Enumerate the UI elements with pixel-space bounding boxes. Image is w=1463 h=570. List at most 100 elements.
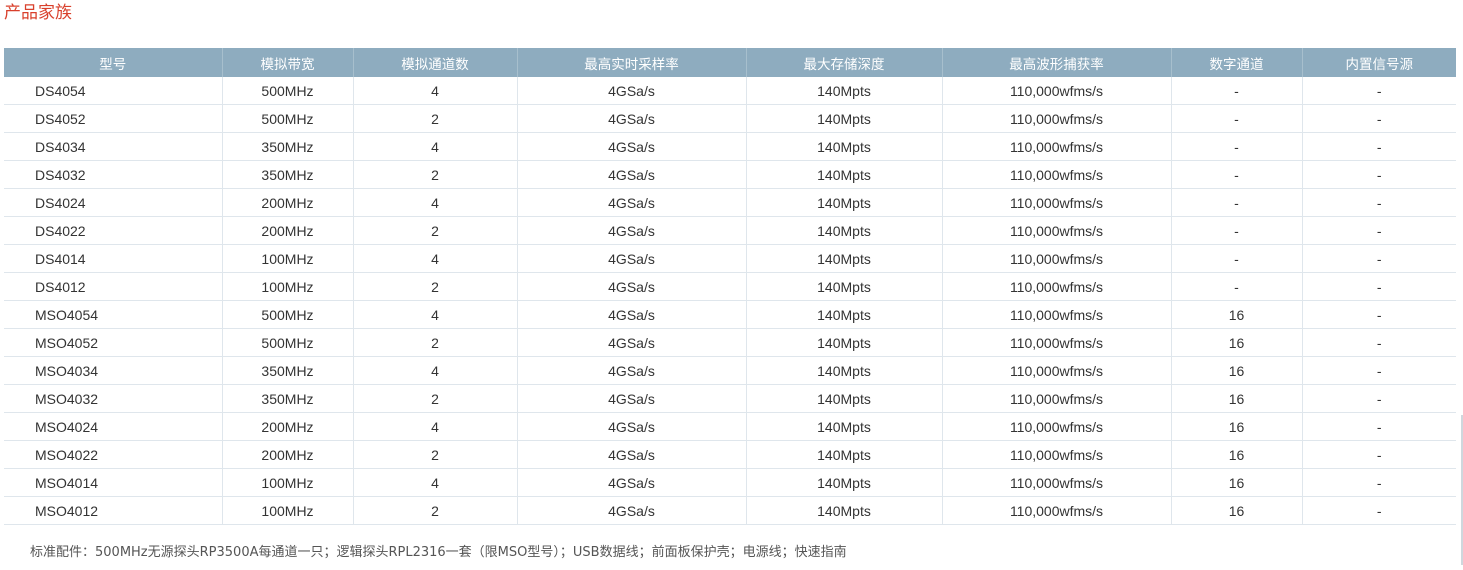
cell-max-waveform-capture-rate: 110,000wfms/s	[942, 496, 1172, 525]
cell-built-in-signal-source: -	[1302, 440, 1456, 469]
cell-max-waveform-capture-rate: 110,000wfms/s	[942, 384, 1172, 413]
cell-digital-channels: -	[1171, 216, 1303, 245]
cell-analog-bandwidth: 200MHz	[222, 188, 354, 217]
cell-max-waveform-capture-rate: 110,000wfms/s	[942, 132, 1172, 161]
cell-analog-channels: 4	[353, 188, 518, 217]
cell-max-sample-rate: 4GSa/s	[517, 468, 747, 497]
cell-analog-channels: 2	[353, 496, 518, 525]
cell-built-in-signal-source: -	[1302, 412, 1456, 441]
cell-model: DS4054	[4, 77, 223, 105]
cell-max-sample-rate: 4GSa/s	[517, 188, 747, 217]
cell-built-in-signal-source: -	[1302, 244, 1456, 273]
table-row: MSO4054 500MHz 4 4GSa/s 140Mpts 110,000wfms/s…	[4, 300, 1456, 329]
table-row: MSO4052 500MHz 2 4GSa/s 140Mpts 110,000wfms/s…	[4, 328, 1456, 357]
cell-digital-channels: 16	[1171, 356, 1303, 385]
cell-max-memory-depth: 140Mpts	[746, 216, 943, 245]
cell-digital-channels: -	[1171, 132, 1303, 161]
cell-max-waveform-capture-rate: 110,000wfms/s	[942, 77, 1172, 105]
cell-digital-channels: -	[1171, 77, 1303, 105]
cell-max-sample-rate: 4GSa/s	[517, 244, 747, 273]
cell-analog-channels: 4	[353, 356, 518, 385]
cell-max-sample-rate: 4GSa/s	[517, 104, 747, 133]
cell-built-in-signal-source: -	[1302, 216, 1456, 245]
cell-digital-channels: 16	[1171, 300, 1303, 329]
column-header-max-memory-depth: 最大存储深度	[746, 48, 943, 77]
cell-analog-bandwidth: 500MHz	[222, 300, 354, 329]
cell-model: MSO4032	[4, 384, 223, 413]
cell-model: DS4052	[4, 104, 223, 133]
cell-model: MSO4034	[4, 356, 223, 385]
cell-max-sample-rate: 4GSa/s	[517, 300, 747, 329]
table-header: 型号 模拟带宽 模拟通道数 最高实时采样率 最大存储深度 最高波形捕获率 数字通…	[4, 48, 1456, 77]
column-header-analog-channels: 模拟通道数	[353, 48, 518, 77]
column-header-model: 型号	[4, 48, 223, 77]
cell-built-in-signal-source: -	[1302, 356, 1456, 385]
cell-digital-channels: -	[1171, 188, 1303, 217]
cell-max-sample-rate: 4GSa/s	[517, 132, 747, 161]
cell-analog-bandwidth: 350MHz	[222, 132, 354, 161]
cell-built-in-signal-source: -	[1302, 272, 1456, 301]
cell-max-sample-rate: 4GSa/s	[517, 356, 747, 385]
cell-model: DS4032	[4, 160, 223, 189]
table-row: DS4032 350MHz 2 4GSa/s 140Mpts 110,000wfms/s -…	[4, 160, 1456, 189]
cell-max-waveform-capture-rate: 110,000wfms/s	[942, 356, 1172, 385]
product-spec-table: 型号 模拟带宽 模拟通道数 最高实时采样率 最大存储深度 最高波形捕获率 数字通…	[4, 48, 1456, 525]
cell-max-sample-rate: 4GSa/s	[517, 272, 747, 301]
cell-analog-channels: 2	[353, 440, 518, 469]
cell-max-sample-rate: 4GSa/s	[517, 440, 747, 469]
cell-analog-bandwidth: 100MHz	[222, 468, 354, 497]
cell-max-waveform-capture-rate: 110,000wfms/s	[942, 328, 1172, 357]
cell-digital-channels: 16	[1171, 468, 1303, 497]
cell-built-in-signal-source: -	[1302, 468, 1456, 497]
cell-max-sample-rate: 4GSa/s	[517, 384, 747, 413]
cell-built-in-signal-source: -	[1302, 496, 1456, 525]
cell-analog-channels: 2	[353, 272, 518, 301]
cell-max-waveform-capture-rate: 110,000wfms/s	[942, 160, 1172, 189]
cell-digital-channels: -	[1171, 104, 1303, 133]
table-row: DS4054 500MHz 4 4GSa/s 140Mpts 110,000wfms/s -…	[4, 77, 1456, 105]
cell-max-memory-depth: 140Mpts	[746, 132, 943, 161]
cell-max-memory-depth: 140Mpts	[746, 160, 943, 189]
cell-max-waveform-capture-rate: 110,000wfms/s	[942, 440, 1172, 469]
cell-analog-channels: 4	[353, 300, 518, 329]
cell-analog-bandwidth: 100MHz	[222, 272, 354, 301]
table-row: DS4014 100MHz 4 4GSa/s 140Mpts 110,000wfms/s -…	[4, 244, 1456, 273]
standard-accessories-note: 标准配件：500MHz无源探头RP3500A每通道一只；逻辑探头RPL2316一…	[30, 545, 847, 560]
cell-max-memory-depth: 140Mpts	[746, 77, 943, 105]
cell-model: MSO4012	[4, 496, 223, 525]
cell-model: DS4034	[4, 132, 223, 161]
cell-analog-channels: 4	[353, 244, 518, 273]
cell-max-waveform-capture-rate: 110,000wfms/s	[942, 216, 1172, 245]
cell-max-memory-depth: 140Mpts	[746, 468, 943, 497]
header-row: 型号 模拟带宽 模拟通道数 最高实时采样率 最大存储深度 最高波形捕获率 数字通…	[4, 48, 1456, 77]
table-row: MSO4034 350MHz 4 4GSa/s 140Mpts 110,000wfms/s…	[4, 356, 1456, 385]
cell-analog-bandwidth: 500MHz	[222, 328, 354, 357]
column-header-max-sample-rate: 最高实时采样率	[517, 48, 747, 77]
cell-max-memory-depth: 140Mpts	[746, 440, 943, 469]
cell-digital-channels: 16	[1171, 440, 1303, 469]
cell-analog-channels: 4	[353, 77, 518, 105]
cell-max-memory-depth: 140Mpts	[746, 104, 943, 133]
cell-analog-channels: 4	[353, 132, 518, 161]
cell-digital-channels: -	[1171, 160, 1303, 189]
cell-max-sample-rate: 4GSa/s	[517, 328, 747, 357]
cell-digital-channels: 16	[1171, 384, 1303, 413]
cell-model: MSO4024	[4, 412, 223, 441]
cell-max-sample-rate: 4GSa/s	[517, 412, 747, 441]
cell-max-waveform-capture-rate: 110,000wfms/s	[942, 468, 1172, 497]
table-row: MSO4032 350MHz 2 4GSa/s 140Mpts 110,000wfms/s…	[4, 384, 1456, 413]
cell-analog-channels: 4	[353, 412, 518, 441]
cell-max-waveform-capture-rate: 110,000wfms/s	[942, 412, 1172, 441]
table-row: DS4012 100MHz 2 4GSa/s 140Mpts 110,000wfms/s -…	[4, 272, 1456, 301]
table-row: MSO4022 200MHz 2 4GSa/s 140Mpts 110,000wfms/s…	[4, 440, 1456, 469]
cell-max-memory-depth: 140Mpts	[746, 496, 943, 525]
cell-model: MSO4022	[4, 440, 223, 469]
table-row: MSO4024 200MHz 4 4GSa/s 140Mpts 110,000wfms/s…	[4, 412, 1456, 441]
cell-analog-bandwidth: 100MHz	[222, 244, 354, 273]
cell-max-sample-rate: 4GSa/s	[517, 77, 747, 105]
column-header-analog-bandwidth: 模拟带宽	[222, 48, 354, 77]
cell-max-sample-rate: 4GSa/s	[517, 160, 747, 189]
cell-built-in-signal-source: -	[1302, 132, 1456, 161]
column-header-digital-channels: 数字通道	[1171, 48, 1303, 77]
cell-model: MSO4014	[4, 468, 223, 497]
